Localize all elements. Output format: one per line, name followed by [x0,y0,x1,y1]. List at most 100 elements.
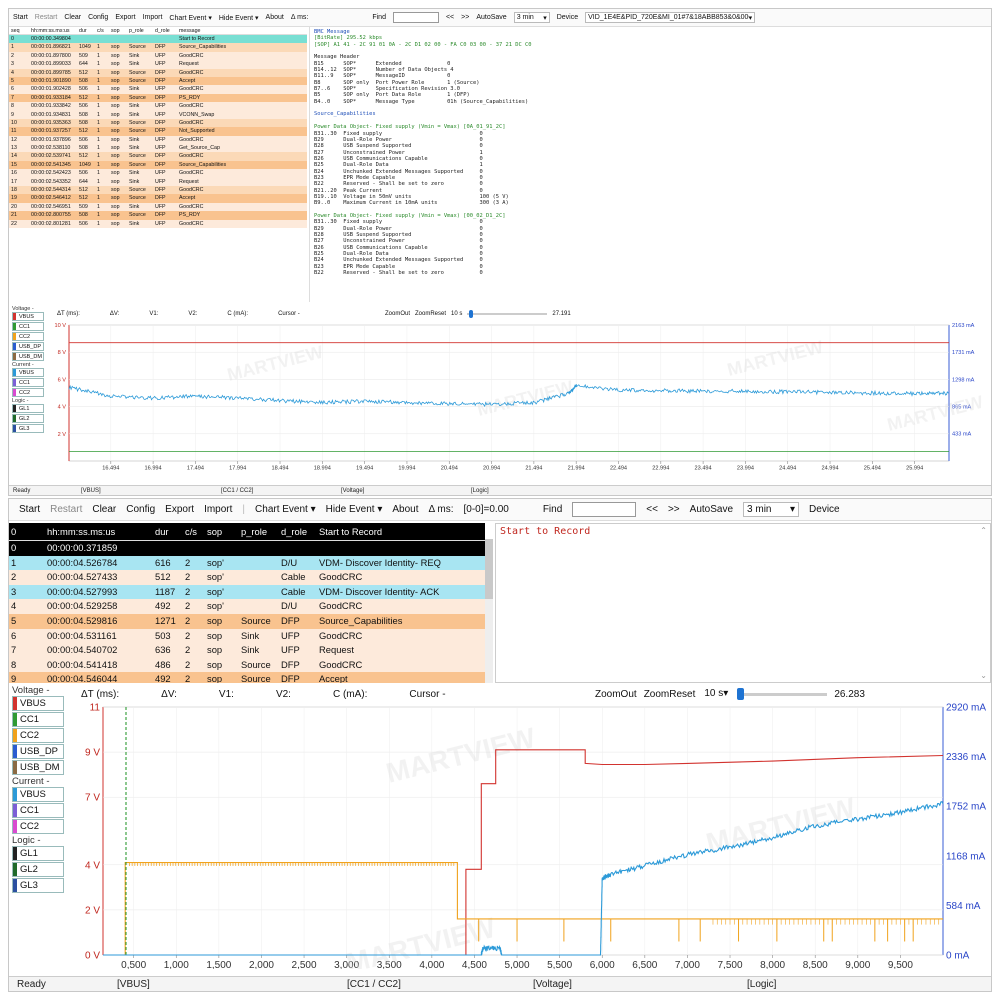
table-row[interactable]: 6 00:00:04.531161 503 2 sop Sink UFP GoodCRC [9,628,485,644]
dur-cell: 492 [155,673,171,683]
message-cell [317,541,485,556]
table-row[interactable]: 1 00:00:04.526784 616 2 sop' D/U VDM- Discover… [9,555,485,571]
zoomreset-button[interactable]: ZoomReset [415,311,446,317]
device-label: Device [556,14,579,21]
table-row[interactable]: 18 00:00:02.544314 512 1 sop Source DFP GoodCRC [9,186,307,195]
current-tick-label: 0 mA [946,951,970,962]
column-header-cs: c/s [97,28,104,34]
zoom-select[interactable]: 10 s [451,311,462,317]
clear-button[interactable]: Clear [64,14,81,21]
find-input[interactable] [572,502,637,517]
seq-cell: 21 [11,212,17,219]
table-row[interactable]: 10 00:00:01.935363 508 1 sop Source DFP GoodCRC [9,118,307,128]
channel-toggle-voltage-vbus[interactable]: VBUS [12,312,44,321]
autosave-select[interactable]: 3 min ▾ [513,12,550,23]
export-button[interactable]: Export [115,14,135,21]
find-prev-button[interactable]: << [446,14,454,21]
cs-cell: 1 [97,161,100,168]
table-row[interactable]: 15 00:00:02.541345 1049 1 sop Source DFP Source… [9,160,307,170]
dur-cell: 492 [155,600,171,612]
table-row[interactable]: 22 00:00:02.801281 506 1 sop Sink UFP GoodCRC [9,219,307,228]
zoomout-button[interactable]: ZoomOut [595,689,637,700]
time-cell: 00:00:02.538110 [31,145,71,152]
restart-button[interactable]: Restart [35,14,58,21]
table-row[interactable]: 3 00:00:04.527993 1187 2 sop' Cable VDM- Disco… [9,584,485,600]
table-row[interactable]: 4 00:00:01.899785 512 1 sop Source DFP GoodCRC [9,68,307,77]
scrollbar-thumb[interactable] [485,539,493,599]
table-scrollbar[interactable] [485,539,493,683]
zoomout-button[interactable]: ZoomOut [385,311,410,317]
prole-cell: Source [129,119,146,126]
top-event-table: seq hh:mm:ss.ms:us dur c/s sop p_role d_role me… [9,27,307,302]
table-row[interactable]: 16 00:00:02.542423 506 1 sop Sink UFP GoodCRC [9,169,307,178]
table-row[interactable]: 5 00:00:01.901890 508 1 sop Source DFP Accept [9,76,307,86]
config-button[interactable]: Config [126,504,155,515]
device-select[interactable]: VID_1E4E&PID_720E&MI_01#7&18ABB853&0&000… [585,12,756,23]
delta-ms-label: Δ ms: [428,504,454,515]
table-row[interactable]: 2 00:00:04.527433 512 2 sop' Cable GoodCRC [9,570,485,585]
table-row[interactable]: 6 00:00:01.902428 506 1 sop Sink UFP GoodCRC [9,85,307,94]
export-button[interactable]: Export [165,504,194,515]
config-button[interactable]: Config [88,14,108,21]
table-row[interactable]: 20 00:00:02.546951 509 1 sop Sink UFP GoodCRC [9,202,307,212]
scroll-up-icon[interactable]: ⌃ [980,526,987,535]
x-tick-label: 2,000 [249,960,274,969]
slider-thumb[interactable] [737,687,745,700]
start-button[interactable]: Start [13,14,28,21]
table-row[interactable]: 8 00:00:01.933842 506 1 sop Sink UFP GoodCRC [9,102,307,111]
restart-button[interactable]: Restart [50,504,82,515]
cs-cell: 2 [185,600,191,612]
table-row[interactable]: 21 00:00:02.800755 508 1 sop Source DFP PS_RDY [9,211,307,220]
time-slider[interactable] [737,687,828,700]
table-row[interactable]: 7 00:00:01.933184 512 1 sop Source DFP PS_RDY [9,93,307,103]
table-row[interactable]: 0 00:00:00.349804 Start to Record [9,35,307,44]
hide-event-menu[interactable]: Hide Event ▾ [219,14,259,22]
prole-cell: Sink [241,629,260,641]
table-row[interactable]: 4 00:00:04.529258 492 2 sop' D/U GoodCRC [9,599,485,614]
slider-thumb[interactable] [468,310,473,318]
table-row[interactable]: 0 00:00:00.371859 [9,541,485,556]
table-row[interactable]: 3 00:00:01.899033 644 1 sop Sink UFP Request [9,60,307,69]
status-ready: Ready [13,487,31,494]
clear-button[interactable]: Clear [92,504,116,515]
chart-event-menu[interactable]: Chart Event ▾ [169,14,211,22]
current-tick-label: 1752 mA [946,802,986,813]
table-row[interactable]: 5 00:00:04.529816 1271 2 sop Source DFP Source_… [9,613,485,629]
hide-event-menu[interactable]: Hide Event ▾ [326,504,383,515]
table-row[interactable]: 1 00:00:01.896821 1049 1 sop Source DFP Source_… [9,43,307,52]
table-row[interactable]: 19 00:00:02.546412 512 1 sop Source DFP Accept [9,194,307,203]
about-button[interactable]: About [266,14,284,21]
find-next-button[interactable]: >> [668,504,680,515]
autosave-select[interactable]: 3 min ▾ [743,502,800,517]
import-button[interactable]: Import [143,14,163,21]
zoomreset-button[interactable]: ZoomReset [644,689,696,700]
table-row[interactable]: 14 00:00:02.539741 512 1 sop Source DFP GoodCRC [9,152,307,161]
top-waveform-chart[interactable]: 10 V8 V6 V4 V2 V2163 mA1731 mA1298 mA865… [9,321,992,486]
time-slider[interactable] [467,310,548,318]
find-input[interactable] [392,12,439,23]
start-button[interactable]: Start [19,504,40,515]
message-cell: GoodCRC [179,220,204,227]
table-row[interactable]: 11 00:00:01.937257 512 1 sop Source DFP Not_Sup… [9,127,307,136]
zoom-select[interactable]: 10 s▾ [702,688,730,701]
table-row[interactable]: 13 00:00:02.538110 508 1 sop Sink UFP Get_Sourc… [9,144,307,153]
table-row[interactable]: 17 00:00:02.543352 644 1 sop Sink UFP Request [9,177,307,187]
find-prev-button[interactable]: << [646,504,658,515]
table-row[interactable]: 8 00:00:04.541418 486 2 sop Source DFP GoodCRC [9,657,485,673]
find-next-button[interactable]: >> [461,14,469,21]
table-row[interactable]: 9 00:00:01.934831 508 1 sop Sink UFP VCONN_Swap [9,110,307,119]
drole-cell: DFP [155,128,166,135]
table-row[interactable]: 2 00:00:01.897800 509 1 sop Sink UFP GoodCRC [9,51,307,61]
sop-cell: sop' [207,556,224,568]
table-row[interactable]: 7 00:00:04.540702 636 2 sop Sink UFP Request [9,643,485,658]
about-button[interactable]: About [392,504,418,515]
bottom-waveform-chart[interactable]: 11 9 V 7 V 4 V 2 V 0 V 2920 mA 2336 mA 1752 mA 11… [9,703,992,969]
table-row[interactable]: 12 00:00:01.937896 506 1 sop Sink UFP GoodCRC [9,135,307,145]
time-cell: 00:00:02.542423 [31,170,71,177]
seq-cell: 20 [11,203,17,210]
prole-cell [239,570,279,585]
scroll-down-icon[interactable]: ⌄ [980,671,987,680]
import-button[interactable]: Import [204,504,232,515]
chart-event-menu[interactable]: Chart Event ▾ [255,504,316,515]
table-row[interactable]: 9 00:00:04.546044 492 2 sop Source DFP Accept [9,672,485,683]
